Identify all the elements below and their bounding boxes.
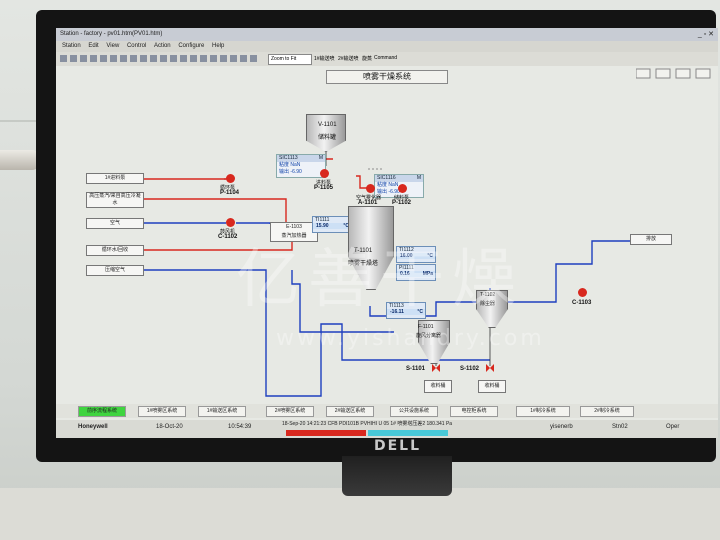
window-titlebar: Station - factory - pv01.htm(PV01.htm) _… xyxy=(56,28,718,41)
blower-c1102-id: C-1102 xyxy=(218,234,238,240)
sic1113-row2-label: 输出 xyxy=(279,169,290,175)
fan-c1103-icon[interactable] xyxy=(578,288,587,297)
feed-tank-name: 储料罐 xyxy=(318,135,337,141)
sic1116-row1-value: NaN xyxy=(388,182,399,188)
wall-tile-line xyxy=(0,120,40,122)
status-user: yisenerb xyxy=(550,424,573,430)
menu-action[interactable]: Action xyxy=(154,43,171,49)
screen: Station - factory - pv01.htm(PV01.htm) _… xyxy=(56,28,718,438)
sic1116-tag: SIC1116 xyxy=(377,175,396,181)
window-controls-icon[interactable]: _ ▫ ✕ xyxy=(698,28,714,41)
valve-s1102-id: S-1102 xyxy=(460,366,480,372)
monitor-stand xyxy=(342,456,452,496)
status-mode: Oper xyxy=(666,424,680,430)
status-bar: Honeywell 18-Oct-20 10:54:39 18-Sep-20 1… xyxy=(56,420,718,438)
pump-p1102-icon[interactable] xyxy=(398,184,407,193)
exhaust-label: 排放 xyxy=(630,234,672,245)
sic1113-row1-value: NaN xyxy=(290,162,301,168)
toolbar-tab-3[interactable]: 旋蒸 xyxy=(362,55,372,62)
pump-p1105-id: P-1105 xyxy=(314,185,334,191)
inlet-air-label: 空气 xyxy=(86,218,144,229)
product-bin-1[interactable]: 收料桶 xyxy=(424,380,452,393)
menu-help[interactable]: Help xyxy=(212,43,224,49)
inlet-cooling-water-label: 循环水/回收 xyxy=(86,245,144,256)
nav-bar: 前序流程系统 1#喷雾区系统 1#输送区系统 2#喷雾区系统 2#输送区系统 公… xyxy=(56,404,718,418)
pump-p1104-id: P-1104 xyxy=(220,190,240,196)
product-bin-2[interactable]: 收料桶 xyxy=(478,380,506,393)
nav-button-9[interactable]: 2#制冷系统 xyxy=(580,406,634,417)
inlet-compressed-air-label: 压缩空气 xyxy=(86,265,144,276)
sic1113-row2-value: -6.90 xyxy=(290,169,302,175)
sic1113-row1-label: 粘度 xyxy=(279,162,290,168)
nav-button-5[interactable]: 2#输送区系统 xyxy=(326,406,374,417)
alarm-indicator-red xyxy=(286,430,366,436)
nav-button-8[interactable]: 1#制冷系统 xyxy=(516,406,570,417)
brand-label: Honeywell xyxy=(78,424,108,430)
alarm-line[interactable]: 18-Sep-20 14:21:23 CFB PDI101B PVHIHI U … xyxy=(282,420,452,427)
toolbar: Zoom to Fit 1#输送喷 2#输送喷 旋蒸 Command xyxy=(56,52,718,67)
sic1113-faceplate[interactable]: SIC1113 M 粘度 NaN 输出 -6.90 xyxy=(276,154,326,178)
pump-p1105-icon[interactable] xyxy=(320,169,329,178)
nav-button-7[interactable]: 电控柜系统 xyxy=(450,406,498,417)
toolbar-tab-1[interactable]: 1#输送喷 xyxy=(314,55,335,62)
nav-button-1[interactable]: 前序流程系统 xyxy=(78,406,126,417)
pump-p1102-id: P-1102 xyxy=(392,200,412,206)
atomizer-a1101-icon[interactable] xyxy=(366,184,375,193)
nav-button-3[interactable]: 1#输送区系统 xyxy=(198,406,246,417)
status-time: 10:54:39 xyxy=(228,424,252,430)
blower-c1102-icon[interactable] xyxy=(226,218,235,227)
menu-edit[interactable]: Edit xyxy=(88,43,98,49)
valve-s1101-id: S-1101 xyxy=(406,366,426,372)
alarm-indicator-cyan xyxy=(368,430,448,436)
status-station: Stn02 xyxy=(612,424,628,430)
toolbar-tab-4[interactable]: Command xyxy=(374,55,397,61)
door-handle xyxy=(0,150,40,170)
feed-tank-id: V-1101 xyxy=(318,122,337,128)
toolbar-icons[interactable] xyxy=(56,52,256,66)
atomizer-a1101-id: A-1101 xyxy=(358,200,378,206)
menu-view[interactable]: View xyxy=(106,43,119,49)
toolbar-tab-2[interactable]: 2#输送喷 xyxy=(338,55,359,62)
status-date: 18-Oct-20 xyxy=(156,424,183,430)
menu-control[interactable]: Control xyxy=(127,43,146,49)
watermark-url: www.yishandry.com xyxy=(276,326,545,351)
inlet-steam-label: 高压蒸汽/来自高压冷凝水 xyxy=(86,192,144,208)
sic1113-mode: M xyxy=(318,155,323,161)
sic1116-row1-label: 粘度 xyxy=(377,182,388,188)
menu-configure[interactable]: Configure xyxy=(178,43,204,49)
dell-logo: DELL xyxy=(374,438,422,454)
pump-p1104-icon[interactable] xyxy=(226,174,235,183)
sic1113-tag: SIC1113 xyxy=(279,155,298,161)
zoom-select[interactable]: Zoom to Fit xyxy=(268,54,312,65)
menu-bar: Station Edit View Control Action Configu… xyxy=(56,41,718,52)
inlet-feed-pump-label: 1#进料泵 xyxy=(86,173,144,184)
fan-c1103-id: C-1103 xyxy=(572,300,592,306)
window-title: Station - factory - pv01.htm(PV01.htm) xyxy=(60,31,163,37)
nav-button-2[interactable]: 1#喷雾区系统 xyxy=(138,406,186,417)
watermark-text: 亿善干燥 xyxy=(236,243,524,317)
sic1116-mode: M xyxy=(416,175,421,181)
nav-button-4[interactable]: 2#喷雾区系统 xyxy=(266,406,314,417)
nav-button-6[interactable]: 公共设施系统 xyxy=(390,406,438,417)
menu-station[interactable]: Station xyxy=(62,43,81,49)
